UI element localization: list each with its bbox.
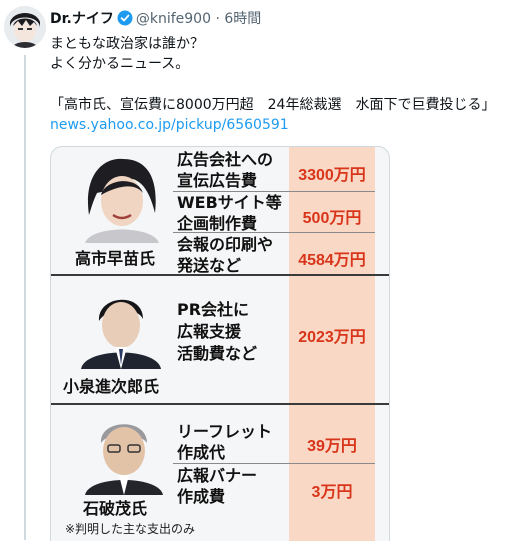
article-link[interactable]: news.yahoo.co.jp/pickup/6560591	[50, 117, 289, 133]
photo-koizumi	[73, 281, 169, 369]
expense-amount: 4584万円	[298, 252, 366, 269]
expense-amount: 3300万円	[298, 167, 366, 184]
expense-amount: 2023万円	[298, 329, 366, 346]
timestamp[interactable]: 6時間	[224, 11, 261, 27]
person-name: 石破茂氏	[83, 499, 148, 518]
expense-amount: 39万円	[307, 438, 357, 455]
expense-label: 会報の印刷や 発送など	[177, 235, 274, 275]
header-separator: ·	[215, 11, 220, 27]
tweet-body: まともな政治家は誰か？ よく分かるニュース。	[50, 36, 204, 72]
person-name: 高市早苗氏	[75, 249, 156, 268]
avatar[interactable]	[4, 6, 46, 48]
verified-badge-icon	[117, 10, 133, 30]
thread-line	[24, 55, 26, 540]
photo-ishiba	[81, 409, 167, 495]
person-divider	[51, 403, 389, 405]
attached-image[interactable]: 高市早苗氏 広告会社への 宣伝広告費 3300万円 WEBサイト等 企画制作費 …	[50, 146, 390, 541]
display-name[interactable]: Dr.ナイフ	[50, 11, 114, 27]
tweet-header: Dr.ナイフ @knife900 · 6時間	[50, 8, 261, 30]
expense-amount: 3万円	[311, 484, 353, 501]
handle[interactable]: @knife900	[136, 11, 211, 27]
tweet-quote: 「高市氏、宣伝費に8000万円超 24年総裁選 水面下で巨費投じる」	[50, 97, 496, 113]
expense-label: PR会社に 広報支援 活動費など	[177, 300, 258, 363]
person-name: 小泉進次郎氏	[63, 377, 160, 396]
expense-label: 広報バナー 作成費	[177, 466, 258, 506]
expense-label: 広告会社への 宣伝広告費	[177, 150, 274, 190]
avatar-illustration	[4, 6, 46, 48]
expense-label: リーフレット 作成代	[177, 422, 273, 462]
expense-amount: 500万円	[302, 210, 362, 227]
photo-takaichi	[75, 153, 167, 243]
item-divider	[173, 463, 375, 464]
footnote: ※判明した主な支出のみ	[65, 522, 196, 536]
expense-label: WEBサイト等 企画制作費	[177, 193, 282, 233]
